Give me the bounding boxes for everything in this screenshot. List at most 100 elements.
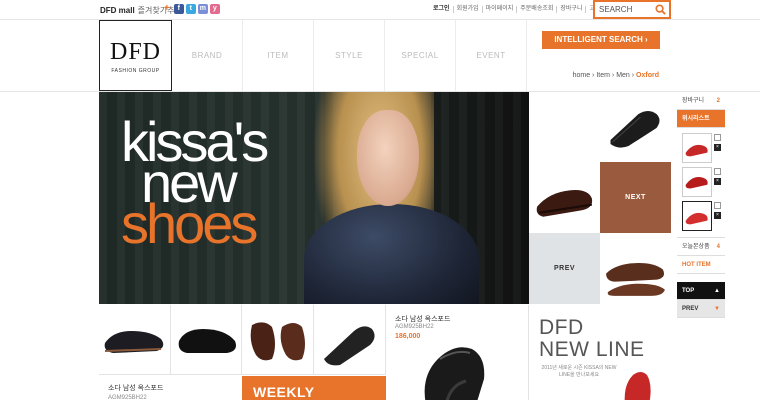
carousel-shoe-tile-1[interactable] [600,92,671,162]
nav-special[interactable]: SPECIAL [385,20,456,91]
shoe-image [685,212,708,225]
sidebar-viewed[interactable]: 오늘본상품 4 [677,238,725,256]
yozm-icon[interactable]: y [209,4,220,14]
model-face [357,110,419,206]
checkbox[interactable] [714,134,721,141]
top-bar: DFD mall 즐겨찾기추가 + f t m y 로그인 회원가입 마이페이지 … [0,0,760,20]
new-line-title-2: NEW LINE [539,338,645,361]
search-input[interactable]: SEARCH [599,5,632,14]
me2day-icon[interactable]: m [197,4,208,14]
shoe-image [324,326,375,366]
featured-product-code: AGM925BH22 [395,324,434,330]
weekly-banner[interactable]: WEEKLY [242,376,386,400]
sidebar-wishlist[interactable]: 위시리스트 [677,110,725,128]
wishlist-thumbs: × × × [677,128,725,238]
sidebar-hot-item[interactable]: HOT ITEM [677,256,725,274]
carousel-shoe-tile-2[interactable] [529,162,600,233]
sidebar-wishlist-label: 위시리스트 [682,116,710,122]
checkbox[interactable] [714,202,721,209]
model-body [304,204,479,304]
product-tile-3[interactable] [242,305,314,375]
hero-banner[interactable]: kissa's new shoes [99,92,529,304]
plus-icon[interactable]: + [164,4,170,14]
order-tracking-link[interactable]: 주문배송조회 [516,6,556,13]
logo-main: DFD [109,39,161,65]
shoe-image [685,177,708,189]
viewed-count: 4 [716,244,720,250]
login-link[interactable]: 로그인 [430,6,453,13]
top-links: 로그인 회원가입 마이페이지 주문배송조회 장바구니 고객센터 [430,6,615,13]
top-label: TOP [682,288,695,294]
new-line-banner[interactable]: DFD NEW LINE 2011년 새로운 시즌 KISSA의 NEW LIN… [529,305,671,400]
product-tile-2[interactable] [171,305,242,375]
featured-product-name[interactable]: 소다 남성 옥스포드 [395,314,450,324]
breadcrumb-home[interactable]: home [573,72,591,79]
signup-link[interactable]: 회원가입 [452,6,482,13]
shoe-image [104,331,164,353]
chevron-right-icon: › [645,35,648,44]
quick-sidebar: 장바구니 2 위시리스트 × × × 오늘본상품 4 HOT ITEM TOP … [677,92,725,318]
carousel-prev-button[interactable]: PREV [529,233,600,304]
hot-item-label: HOT ITEM [682,262,711,268]
twitter-icon[interactable]: t [185,4,196,14]
wishlist-thumb-1[interactable]: × [682,133,721,163]
header: DFD FASHION GROUP BRAND ITEM STYLE SPECI… [0,20,760,92]
sidebar-viewed-label: 오늘본상품 [682,244,710,250]
breadcrumb-men[interactable]: Men [616,72,630,79]
social-links: + f t m y [164,4,220,14]
shoe-image [250,322,305,361]
product-tile-1[interactable] [99,305,171,375]
product-code: AGM925BH22 [108,395,147,400]
shoe-image [424,347,485,400]
wishlist-thumb-3[interactable]: × [682,201,721,231]
nav-event[interactable]: EVENT [456,20,527,91]
mypage-link[interactable]: 마이페이지 [481,6,517,13]
logo-sub: FASHION GROUP [111,68,160,74]
hero-line-3: shoes [121,192,258,255]
prev-label: PREV [553,265,576,272]
next-label: NEXT [625,194,646,201]
checkbox[interactable] [714,168,721,175]
sidebar-cart[interactable]: 장바구니 2 [677,92,725,110]
sidebar-top-button[interactable]: TOP ▲ [677,282,725,300]
cart-count: 2 [716,98,720,104]
cart-link[interactable]: 장바구니 [556,6,585,13]
sidebar-prev-label: PREV [682,306,699,312]
weekly-label: WEEKLY [253,384,315,400]
carousel-next-button[interactable]: NEXT [600,162,671,233]
product-info[interactable]: 소다 남성 옥스포드 AGM925BH22 [108,383,163,400]
search-icon[interactable] [655,4,666,15]
new-line-description: 2011년 새로운 시즌 KISSA의 NEW LINE을 만나보세요 [541,365,617,378]
search-box[interactable]: SEARCH [593,0,671,19]
breadcrumb-current: Oxford [636,72,659,79]
close-icon[interactable]: × [714,144,721,151]
shoe-image [685,144,708,157]
facebook-icon[interactable]: f [173,4,184,14]
nav-item[interactable]: ITEM [243,20,314,91]
sidebar-cart-label: 장바구니 [682,98,705,104]
breadcrumb-item[interactable]: Item [596,72,610,79]
carousel-blank-tile [529,92,600,162]
wishlist-thumb-2[interactable]: × [682,167,721,197]
product-name[interactable]: 소다 남성 옥스포드 [108,383,163,393]
shoe-image [606,263,665,296]
intelligent-search-label: INTELLIGENT SEARCH [554,35,643,44]
close-icon[interactable]: × [714,178,721,185]
sidebar-prev-button[interactable]: PREV ▼ [677,300,725,318]
shoe-image [624,372,651,400]
shoe-image [610,111,660,148]
product-tile-4[interactable] [314,305,386,375]
close-icon[interactable]: × [714,212,721,219]
intelligent-search-button[interactable]: INTELLIGENT SEARCH › [542,31,660,49]
breadcrumb: home › Item › Men › Oxford [572,72,659,79]
dfd-logo[interactable]: DFD FASHION GROUP [99,20,172,91]
chevron-up-icon: ▲ [714,288,720,294]
new-line-title-1: DFD [539,316,584,339]
shoe-image [536,190,593,217]
featured-product[interactable]: 소다 남성 옥스포드 AGM925BH22 186,000 [386,305,529,400]
mall-brand-label[interactable]: DFD mall [100,6,135,15]
chevron-down-icon: ▼ [714,306,720,312]
nav-style[interactable]: STYLE [314,20,385,91]
carousel-shoe-tile-3[interactable] [600,233,671,304]
nav-brand[interactable]: BRAND [172,20,243,91]
